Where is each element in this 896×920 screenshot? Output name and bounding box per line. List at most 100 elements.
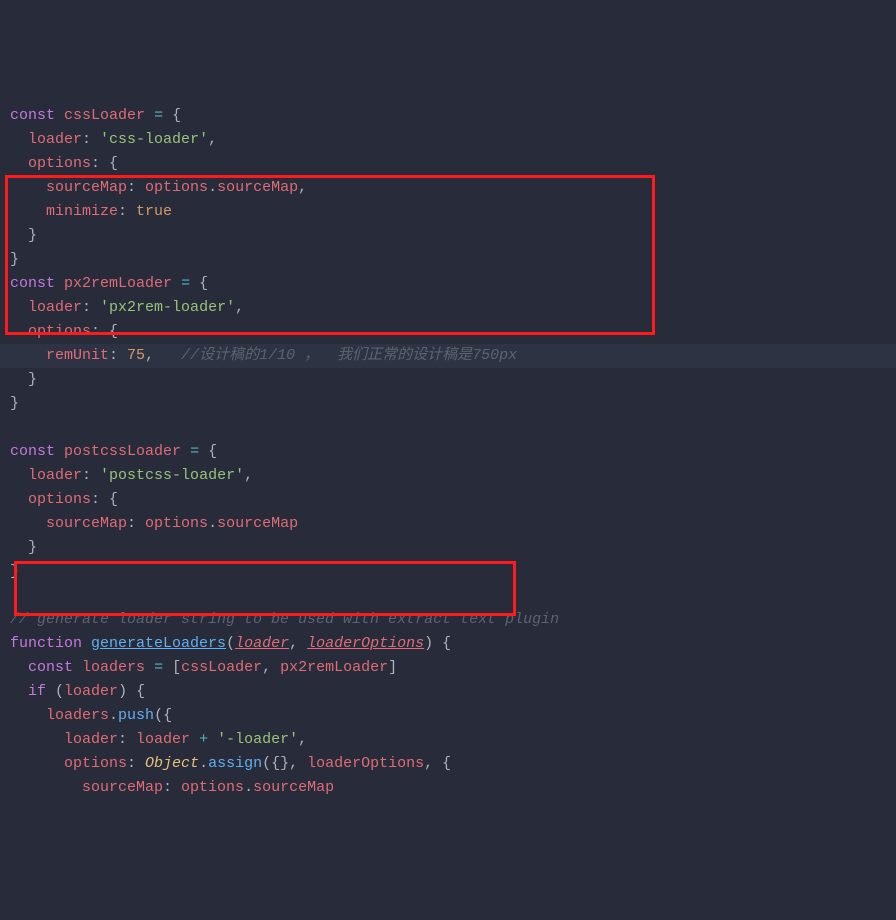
code-token: postcssLoader [64,443,181,460]
code-line[interactable]: } [10,368,896,392]
code-line[interactable]: loaders.push({ [10,704,896,728]
code-line[interactable]: sourceMap: options.sourceMap [10,512,896,536]
code-token: ( [46,683,64,700]
code-token [181,443,190,460]
code-token: 'px2rem-loader' [100,299,235,316]
code-token: : [127,515,145,532]
code-line[interactable]: const cssLoader = { [10,104,896,128]
code-line[interactable] [10,416,896,440]
code-token: : { [91,155,118,172]
code-token [172,275,181,292]
code-token: = [154,107,163,124]
code-token [10,683,28,700]
code-token: : [127,755,145,772]
code-token [10,659,28,676]
code-line[interactable]: if (loader) { [10,680,896,704]
code-token: : [109,347,127,364]
code-token: remUnit [46,347,109,364]
code-token: [ [163,659,181,676]
code-token: generateLoaders [91,635,226,652]
code-token: function [10,635,82,652]
code-token: , [298,179,307,196]
code-token [145,659,154,676]
code-token: options [28,491,91,508]
code-token: const [10,275,55,292]
code-token: { [163,107,181,124]
code-line[interactable]: } [10,560,896,584]
code-token [10,323,28,340]
code-line[interactable]: // generate loader string to be used wit… [10,608,896,632]
code-token: . [244,779,253,796]
code-token: if [28,683,46,700]
code-line[interactable]: sourceMap: options.sourceMap, [10,176,896,200]
code-token [208,731,217,748]
code-token: loaderOptions [307,755,424,772]
code-token: loader [28,299,82,316]
code-token: : [127,179,145,196]
code-line[interactable]: } [10,392,896,416]
code-token: : [118,203,136,220]
code-line[interactable]: loader: loader + '-loader', [10,728,896,752]
code-token: loader [64,731,118,748]
code-token: } [10,563,19,580]
code-token [10,347,46,364]
code-token: px2remLoader [280,659,388,676]
code-token: minimize [46,203,118,220]
code-line[interactable]: loader: 'px2rem-loader', [10,296,896,320]
code-token: = [154,659,163,676]
code-token: , [289,635,307,652]
code-token: = [190,443,199,460]
code-token [55,107,64,124]
code-token: assign [208,755,262,772]
code-line[interactable]: options: { [10,152,896,176]
code-token: . [208,515,217,532]
code-line[interactable]: options: Object.assign({}, loaderOptions… [10,752,896,776]
code-token: loader [136,731,190,748]
code-token: loader [28,131,82,148]
code-token: 75 [127,347,145,364]
code-token: loaderOptions [307,635,424,652]
code-token [10,515,46,532]
code-editor[interactable]: const cssLoader = { loader: 'css-loader'… [0,96,896,800]
code-line[interactable] [10,584,896,608]
code-token: true [136,203,172,220]
code-line[interactable]: options: { [10,488,896,512]
code-line[interactable]: } [10,224,896,248]
code-token: sourceMap [217,179,298,196]
code-token: { [199,443,217,460]
code-line[interactable]: remUnit: 75, //设计稿的1/10 ， 我们正常的设计稿是750px [0,344,896,368]
code-line[interactable]: function generateLoaders(loader, loaderO… [10,632,896,656]
code-token: px2remLoader [64,275,172,292]
code-line[interactable]: sourceMap: options.sourceMap [10,776,896,800]
code-line[interactable]: loader: 'postcss-loader', [10,464,896,488]
code-line[interactable]: const px2remLoader = { [10,272,896,296]
code-token [10,731,64,748]
code-token [73,659,82,676]
code-token: . [199,755,208,772]
code-token: : [118,731,136,748]
code-token: , [298,731,307,748]
code-line[interactable]: const postcssLoader = { [10,440,896,464]
code-token: const [10,443,55,460]
code-token [10,155,28,172]
code-line[interactable]: loader: 'css-loader', [10,128,896,152]
code-line[interactable]: options: { [10,320,896,344]
code-token: sourceMap [253,779,334,796]
code-line[interactable]: } [10,248,896,272]
code-token: options [28,155,91,172]
code-token: sourceMap [82,779,163,796]
code-token: cssLoader [181,659,262,676]
code-line[interactable]: } [10,536,896,560]
code-token: '-loader' [217,731,298,748]
code-line[interactable]: minimize: true [10,200,896,224]
code-token: . [109,707,118,724]
code-token: , [244,467,253,484]
code-token: options [64,755,127,772]
code-token: , { [424,755,451,772]
code-token: const [28,659,73,676]
code-token [10,707,46,724]
code-token: { [190,275,208,292]
code-token [10,467,28,484]
code-token: ({ [154,707,172,724]
code-token: ( [226,635,235,652]
